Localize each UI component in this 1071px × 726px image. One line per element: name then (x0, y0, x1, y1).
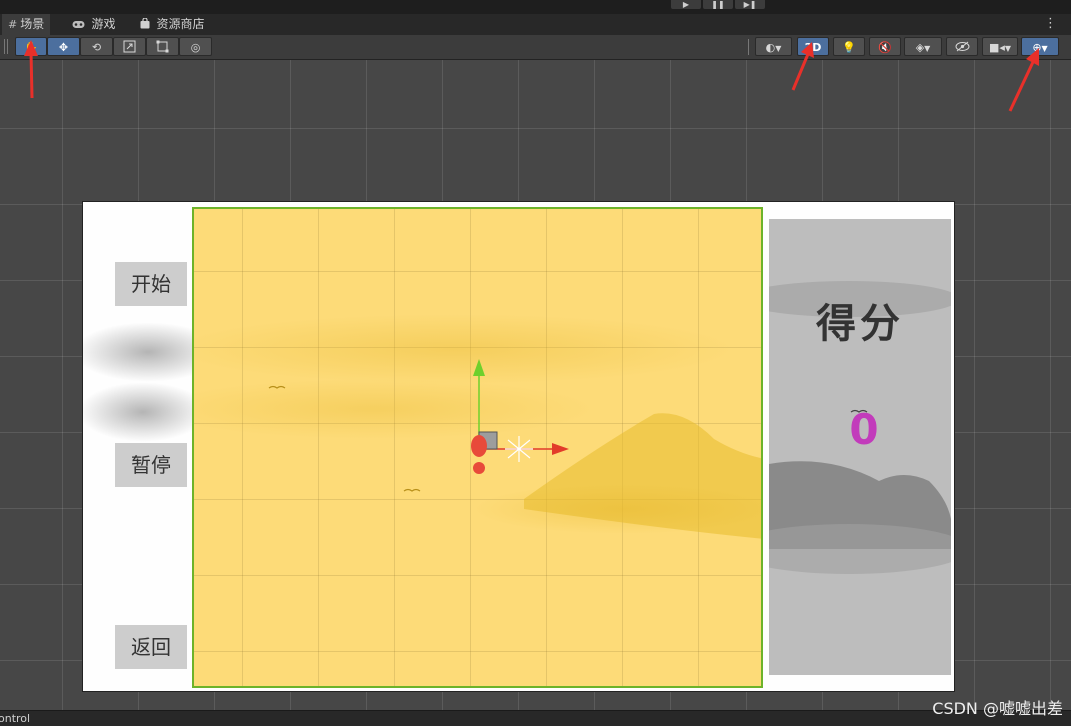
score-label: 得分 (816, 301, 904, 347)
move-tool-icon: ✥ (58, 41, 69, 54)
back-button[interactable]: 返回 (115, 625, 187, 669)
tab-asset-store-label: 资源商店 (156, 17, 205, 31)
play-icon: ▶ (682, 0, 690, 9)
play-button[interactable]: ▶ (671, 0, 701, 9)
scale-tool-icon (123, 40, 136, 54)
lighting-toggle[interactable]: 💡 (833, 37, 865, 56)
transform-tool-icon: ◎ (190, 41, 201, 54)
annotation-arrow (1008, 48, 1039, 112)
step-button[interactable]: ▶❚ (735, 0, 765, 9)
game-panel[interactable] (192, 207, 763, 688)
chevron-down-icon: ▼ (775, 44, 782, 53)
audio-toggle[interactable]: 🔇 (869, 37, 901, 56)
rotate-tool-button[interactable]: ⟲ (80, 37, 113, 56)
more-vertical-icon[interactable]: ⋮ (1044, 16, 1057, 31)
play-controls-bar: ▶ ❚❚ ▶❚ (0, 0, 1071, 14)
effects-icon: ◈ (915, 41, 925, 54)
audio-mute-icon: 🔇 (878, 41, 892, 54)
scene-toolbar: ✋ ✥ ⟲ ◎ ◐▼ 2D 💡 🔇 ◈▼ ■◂▼ (0, 35, 1071, 60)
pause-game-button[interactable]: 暂停 (115, 443, 187, 487)
visibility-toggle[interactable] (946, 37, 978, 56)
effects-dropdown[interactable]: ◈▼ (904, 37, 942, 56)
toolbar-divider (748, 39, 749, 55)
move-gizmo[interactable] (434, 354, 574, 494)
bottom-tab-label: ontrol (0, 712, 31, 725)
bottom-panel-tab[interactable]: ontrol (0, 710, 1071, 726)
annotation-arrow (791, 42, 814, 91)
tab-game[interactable]: 游戏 (66, 14, 122, 35)
start-button[interactable]: 开始 (115, 262, 187, 306)
rect-tool-button[interactable] (146, 37, 179, 56)
hidden-visibility-icon (955, 41, 970, 54)
scene-camera-icon: ■◂ (988, 41, 1005, 54)
annotation-arrow (24, 40, 38, 99)
drag-handle[interactable] (4, 39, 8, 54)
score-panel: 得分 0 (769, 219, 951, 675)
transform-tool-button[interactable]: ◎ (179, 37, 212, 56)
move-tool-button[interactable]: ✥ (47, 37, 80, 56)
grid-icon: # (8, 18, 18, 31)
scale-tool-button[interactable] (113, 37, 146, 56)
lighting-icon: 💡 (842, 41, 856, 54)
shading-mode-icon: ◐ (765, 41, 776, 54)
shopping-bag-icon (140, 17, 154, 31)
tab-game-label: 游戏 (91, 17, 116, 31)
window-tab-bar: # 场景 游戏 资源商店 ⋮ (0, 14, 1071, 35)
score-value: 0 (849, 405, 879, 454)
tab-scene-label: 场景 (20, 17, 45, 31)
tab-scene[interactable]: # 场景 (2, 14, 51, 35)
gamepad-icon (72, 18, 89, 31)
game-canvas: 开始 暂停 返回 得分 0 (82, 201, 955, 692)
ink-mist (83, 382, 208, 442)
step-icon: ▶❚ (743, 0, 757, 9)
rotate-tool-icon: ⟲ (91, 41, 102, 54)
pause-icon: ❚❚ (711, 0, 725, 9)
watermark: CSDN @嘘嘘出差 (932, 699, 1063, 718)
rect-tool-icon (156, 40, 169, 54)
chevron-down-icon: ▼ (924, 44, 931, 53)
tab-asset-store[interactable]: 资源商店 (134, 14, 211, 35)
pause-button[interactable]: ❚❚ (703, 0, 733, 9)
